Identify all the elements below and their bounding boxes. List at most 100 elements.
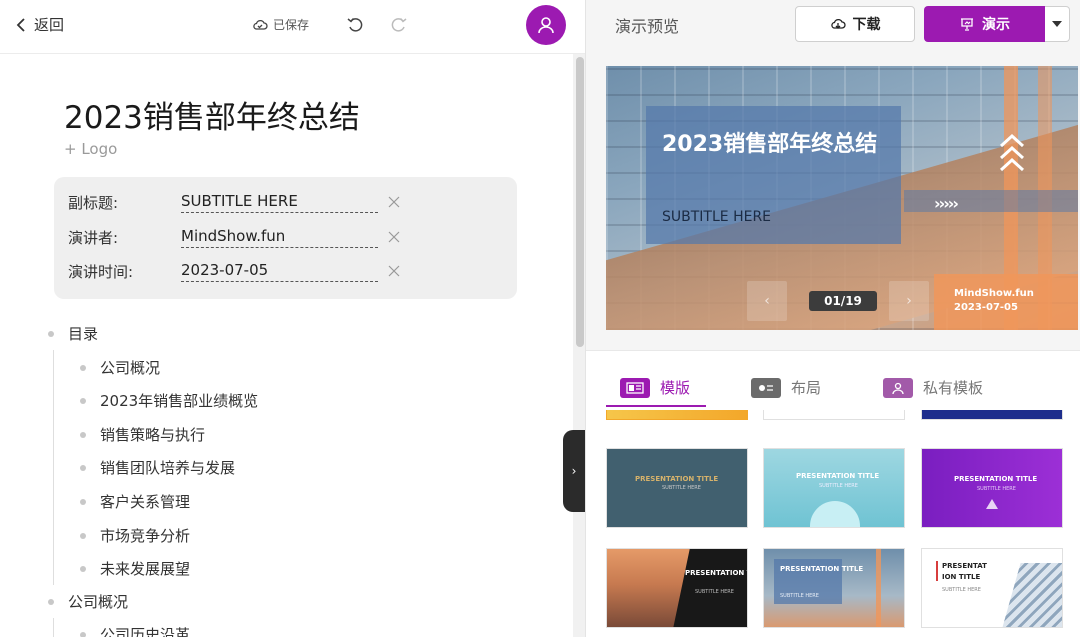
outline-item[interactable]: 客户关系管理 <box>80 491 190 512</box>
outline-item[interactable]: 销售策略与执行 <box>80 424 205 445</box>
clear-subtitle-icon[interactable] <box>388 196 400 208</box>
slide-subtitle: SUBTITLE HERE <box>662 209 772 225</box>
slide-page-indicator: 01/19 <box>809 291 877 311</box>
layout-icon <box>751 377 781 398</box>
chevron-right-icon: › <box>906 293 912 309</box>
template-title: PRESENTATION TITLE <box>780 565 864 573</box>
private-template-icon <box>883 377 913 398</box>
template-title: PRESENTATION TITLE <box>796 472 880 480</box>
outline-item[interactable]: 公司历史沿革 <box>80 624 190 637</box>
template-thumbnail[interactable]: PRESENTATION TITLE SUBTITLE HERE <box>763 548 905 628</box>
collapse-preview-button[interactable]: › <box>563 430 585 512</box>
undo-icon[interactable] <box>346 16 364 34</box>
slide-strip <box>904 190 1078 212</box>
slide-title: 2023销售部年终总结 <box>662 132 878 157</box>
arrows-right-icon: ››››› <box>934 194 959 213</box>
tab-private-templates[interactable]: 私有模板 <box>883 377 983 398</box>
download-button[interactable]: 下载 <box>795 6 915 42</box>
template-thumbnail[interactable]: PRESENTATION TITLE SUBTITLE HERE <box>921 448 1063 528</box>
template-subtitle: SUBTITLE HERE <box>942 587 981 593</box>
back-button[interactable]: 返回 <box>14 14 64 35</box>
cloud-download-icon <box>830 18 846 29</box>
redo-icon[interactable] <box>390 16 408 34</box>
template-tabs: 模版 布局 私有模板 <box>586 350 1080 410</box>
outline-item[interactable]: 公司概况 <box>48 591 128 612</box>
tab-layout-label: 布局 <box>791 379 822 397</box>
outline-item[interactable]: 销售团队培养与发展 <box>80 457 235 478</box>
active-tab-indicator <box>606 405 706 407</box>
download-label: 下载 <box>852 17 881 33</box>
editor-scrollbar-thumb[interactable] <box>576 57 584 347</box>
outline-item-label: 公司概况 <box>68 593 129 611</box>
caret-down-icon <box>1052 21 1062 27</box>
template-subtitle: SUBTITLE HERE <box>695 589 734 595</box>
editor-pane: 返回 已保存 2023销售部年终总结 + Logo 副标题: SUBTITLE … <box>0 0 585 637</box>
template-thumbnail[interactable] <box>921 410 1063 420</box>
bullet-icon <box>80 397 86 404</box>
present-options-dropdown[interactable] <box>1045 6 1070 42</box>
clear-date-icon[interactable] <box>388 265 400 277</box>
outline-item[interactable]: 2023年销售部业绩概览 <box>80 390 258 411</box>
presentation-icon <box>961 18 973 31</box>
speaker-row: 演讲者: MindShow.fun <box>68 224 508 250</box>
template-subtitle: SUBTITLE HERE <box>819 483 858 489</box>
template-red-accent <box>936 561 938 581</box>
template-title: PRESENTAT ION TITLE <box>942 562 987 581</box>
saved-label: 已保存 <box>273 18 310 32</box>
template-thumbnail[interactable] <box>763 410 905 420</box>
present-button[interactable]: 演示 <box>924 6 1045 42</box>
tab-layout[interactable]: 布局 <box>751 377 821 398</box>
bullet-icon <box>80 464 86 471</box>
outline-item[interactable]: 未来发展展望 <box>80 558 190 579</box>
bullet-icon <box>80 565 86 572</box>
outline-item[interactable]: 市场竞争分析 <box>80 525 190 546</box>
tab-templates[interactable]: 模版 <box>620 377 690 398</box>
outline-item-label: 目录 <box>68 325 99 343</box>
bullet-icon <box>80 631 86 637</box>
user-icon <box>538 17 554 34</box>
template-title: PRESENTATION TITLE <box>635 475 719 483</box>
editor-toolbar: 返回 已保存 <box>0 0 585 54</box>
previous-slide-button[interactable]: ‹ <box>747 281 787 321</box>
template-title: PRESENTATION TITLE <box>685 569 747 577</box>
subtitle-label: 副标题: <box>68 193 119 212</box>
template-building-image <box>1002 563 1062 627</box>
tab-templates-label: 模版 <box>660 379 691 397</box>
template-thumbnail[interactable] <box>606 410 748 420</box>
template-title: PRESENTATION TITLE <box>954 475 1038 483</box>
chevrons-up-icon <box>999 133 1025 172</box>
slide-author: MindShow.fun <box>954 288 1034 299</box>
clear-speaker-icon[interactable] <box>388 231 400 243</box>
template-accent-bar <box>876 549 881 627</box>
subtitle-field[interactable]: SUBTITLE HERE <box>181 192 378 213</box>
slide-preview: 2023销售部年终总结 SUBTITLE HERE ››››› MindShow… <box>606 66 1078 330</box>
template-grid: PRESENTATION TITLE SUBTITLE HERE PRESENT… <box>586 410 1080 637</box>
speaker-label: 演讲者: <box>68 228 119 247</box>
date-row: 演讲时间: 2023-07-05 <box>68 258 508 284</box>
chevron-right-icon: › <box>571 464 577 478</box>
outline-item-label: 2023年销售部业绩概览 <box>100 392 259 410</box>
bullet-icon <box>80 431 86 438</box>
outline-item[interactable]: 目录 <box>48 323 98 344</box>
date-label: 演讲时间: <box>68 262 134 281</box>
speaker-field[interactable]: MindShow.fun <box>181 227 378 248</box>
template-icon <box>620 377 650 398</box>
date-field[interactable]: 2023-07-05 <box>181 261 378 282</box>
bullet-icon <box>80 498 86 505</box>
bullet-icon <box>80 532 86 539</box>
add-logo-button[interactable]: + Logo <box>64 140 117 158</box>
outline-item[interactable]: 公司概况 <box>80 357 160 378</box>
outline-item-label: 公司概况 <box>100 359 161 377</box>
document-title[interactable]: 2023销售部年终总结 <box>64 92 360 137</box>
template-thumbnail[interactable]: PRESENTATION TITLE SUBTITLE HERE <box>606 548 748 628</box>
template-thumbnail[interactable]: PRESENTATION TITLE SUBTITLE HERE <box>606 448 748 528</box>
user-avatar[interactable] <box>526 5 566 45</box>
template-thumbnail[interactable]: PRESENTATION TITLE SUBTITLE HERE <box>763 448 905 528</box>
template-thumbnail[interactable]: PRESENTAT ION TITLE SUBTITLE HERE <box>921 548 1063 628</box>
save-status: 已保存 <box>252 16 309 33</box>
template-subtitle: SUBTITLE HERE <box>662 485 701 491</box>
next-slide-button[interactable]: › <box>889 281 929 321</box>
outline-indent-line <box>53 618 54 637</box>
outline-item-label: 市场竞争分析 <box>100 527 191 545</box>
template-cloud-shape <box>810 501 860 527</box>
